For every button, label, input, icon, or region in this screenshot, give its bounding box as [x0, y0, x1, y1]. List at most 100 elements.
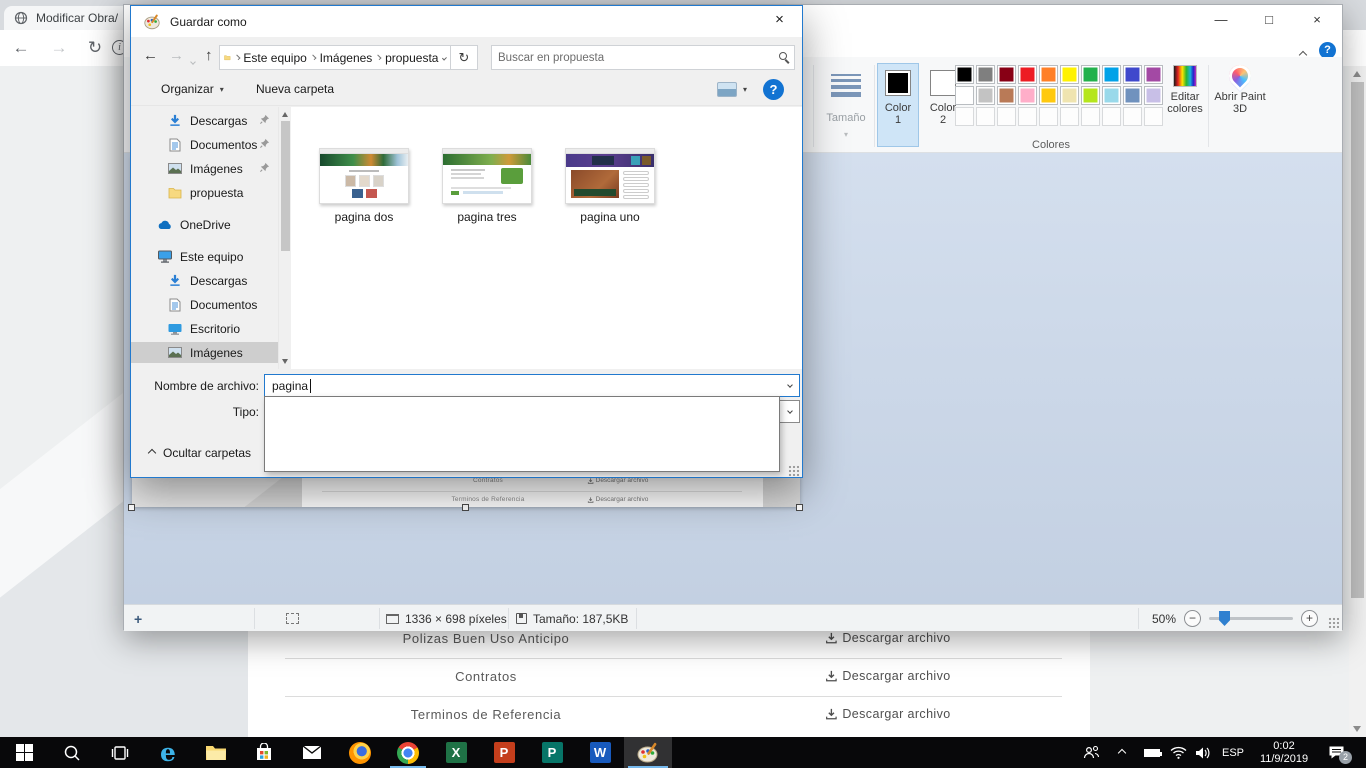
zoom-in-button[interactable]: +	[1301, 610, 1318, 627]
dialog-help-button[interactable]: ?	[763, 79, 784, 100]
volume-icon[interactable]	[1195, 737, 1211, 768]
canvas-resize-handle[interactable]	[462, 504, 469, 511]
wifi-icon[interactable]	[1170, 737, 1187, 768]
taskbar-search-button[interactable]	[48, 737, 96, 768]
zoom-out-button[interactable]: −	[1184, 610, 1201, 627]
scroll-down-icon[interactable]	[282, 359, 288, 364]
palette-color[interactable]	[1102, 65, 1121, 84]
breadcrumb-item[interactable]: propuesta	[385, 51, 438, 65]
sidebar-item-propuesta[interactable]: propuesta	[131, 182, 278, 203]
refresh-button[interactable]: ↻	[451, 45, 478, 70]
search-box[interactable]	[491, 45, 795, 70]
breadcrumb-item[interactable]: Imágenes	[320, 51, 373, 65]
palette-color[interactable]	[1018, 86, 1037, 105]
palette-empty-slot[interactable]	[955, 107, 974, 126]
canvas-resize-handle[interactable]	[796, 504, 803, 511]
filename-autocomplete-popup[interactable]	[264, 396, 780, 472]
address-dropdown-icon[interactable]	[442, 55, 447, 60]
palette-color[interactable]	[1039, 65, 1058, 84]
dialog-close-button[interactable]: ×	[757, 6, 802, 35]
search-input[interactable]	[498, 47, 768, 68]
close-button[interactable]: ×	[1294, 5, 1340, 37]
taskbar-file-explorer-button[interactable]	[192, 737, 240, 768]
sidebar-item-documentos[interactable]: Documentos	[131, 134, 278, 155]
taskbar-powerpoint-button[interactable]: P	[480, 737, 528, 768]
taskbar-mail-button[interactable]	[288, 737, 336, 768]
palette-color[interactable]	[1123, 65, 1142, 84]
clock[interactable]: 0:02 11/9/2019	[1252, 737, 1316, 768]
back-button[interactable]: ←	[143, 47, 158, 64]
palette-color[interactable]	[1081, 86, 1100, 105]
scrollbar-thumb[interactable]	[1351, 82, 1364, 598]
download-link[interactable]: Descargar archivo	[825, 669, 950, 683]
start-button[interactable]	[0, 737, 48, 768]
dialog-resize-grip[interactable]	[788, 465, 799, 476]
type-dropdown-icon[interactable]	[787, 408, 793, 414]
address-bar[interactable]: Este equipo Imágenes propuesta	[219, 45, 451, 70]
scroll-up-icon[interactable]	[282, 112, 288, 117]
search-icon[interactable]	[779, 52, 787, 60]
taskbar-store-button[interactable]	[240, 737, 288, 768]
sidebar-item-escritorio[interactable]: Escritorio	[131, 318, 278, 339]
color1-button[interactable]: Color 1	[877, 63, 919, 147]
download-link[interactable]: Descargar archivo	[825, 707, 950, 721]
people-icon[interactable]	[1083, 737, 1100, 768]
organize-button[interactable]: Organizar ▾	[161, 82, 224, 96]
sidebar-item-descargas-2[interactable]: Descargas	[131, 270, 278, 291]
file-item-pagina-tres[interactable]: pagina tres	[427, 148, 547, 224]
sidebar-item-documentos-2[interactable]: Documentos	[131, 294, 278, 315]
sidebar-item-imagenes[interactable]: Imágenes	[131, 158, 278, 179]
task-view-button[interactable]	[96, 737, 144, 768]
show-hidden-icons-chevron[interactable]	[1119, 737, 1125, 768]
up-button[interactable]: ↑	[205, 47, 213, 64]
palette-color[interactable]	[997, 86, 1016, 105]
taskbar-edge-button[interactable]: e	[144, 737, 192, 768]
hide-folders-button[interactable]: Ocultar carpetas	[149, 446, 251, 460]
sidebar-item-descargas[interactable]: Descargas	[131, 110, 278, 131]
palette-color[interactable]	[997, 65, 1016, 84]
filename-dropdown-icon[interactable]	[787, 382, 793, 388]
palette-empty-slot[interactable]	[1018, 107, 1037, 126]
taskbar-firefox-button[interactable]	[336, 737, 384, 768]
scroll-up-icon[interactable]	[1353, 71, 1361, 77]
zoom-slider[interactable]	[1209, 617, 1293, 620]
taskbar-publisher-button[interactable]: P	[528, 737, 576, 768]
browser-reload-icon[interactable]: ↻	[84, 38, 106, 58]
palette-empty-slot[interactable]	[1060, 107, 1079, 126]
edit-colors-button[interactable]: Editar colores	[1160, 63, 1210, 115]
palette-color[interactable]	[1018, 65, 1037, 84]
palette-empty-slot[interactable]	[1039, 107, 1058, 126]
action-center-button[interactable]: 2	[1328, 737, 1345, 768]
palette-color[interactable]	[955, 65, 974, 84]
palette-color[interactable]	[1081, 65, 1100, 84]
view-mode-button[interactable]: ▾	[717, 82, 747, 97]
taskbar-word-button[interactable]: W	[576, 737, 624, 768]
breadcrumb-item[interactable]: Este equipo	[243, 51, 306, 65]
file-item-pagina-dos[interactable]: pagina dos	[304, 148, 424, 224]
browser-scrollbar[interactable]	[1349, 66, 1366, 737]
taskbar-excel-button[interactable]: X	[432, 737, 480, 768]
scrollbar-thumb[interactable]	[281, 121, 290, 251]
palette-color[interactable]	[1039, 86, 1058, 105]
sidebar-item-onedrive[interactable]: OneDrive	[131, 214, 278, 235]
taskbar-paint-button[interactable]	[624, 737, 672, 768]
palette-color[interactable]	[1060, 86, 1079, 105]
sidebar-item-imagenes-2[interactable]: Imágenes	[131, 342, 278, 363]
palette-empty-slot[interactable]	[976, 107, 995, 126]
sidebar-scrollbar[interactable]	[278, 107, 291, 369]
palette-color[interactable]	[955, 86, 974, 105]
palette-color[interactable]	[1060, 65, 1079, 84]
collapse-ribbon-icon[interactable]	[1300, 45, 1310, 53]
sidebar-item-este-equipo[interactable]: Este equipo	[131, 246, 278, 267]
dialog-titlebar[interactable]: Guardar como	[131, 6, 802, 37]
new-folder-button[interactable]: Nueva carpeta	[256, 82, 334, 96]
open-paint3d-button[interactable]: Abrir Paint 3D	[1213, 63, 1267, 115]
maximize-button[interactable]: □	[1246, 5, 1292, 37]
palette-color[interactable]	[976, 86, 995, 105]
window-resize-grip[interactable]	[1328, 617, 1339, 628]
file-item-pagina-uno[interactable]: pagina uno	[550, 148, 670, 224]
palette-empty-slot[interactable]	[1081, 107, 1100, 126]
recent-locations-icon[interactable]	[191, 51, 195, 68]
language-indicator[interactable]: ESP	[1222, 737, 1244, 768]
palette-color[interactable]	[976, 65, 995, 84]
